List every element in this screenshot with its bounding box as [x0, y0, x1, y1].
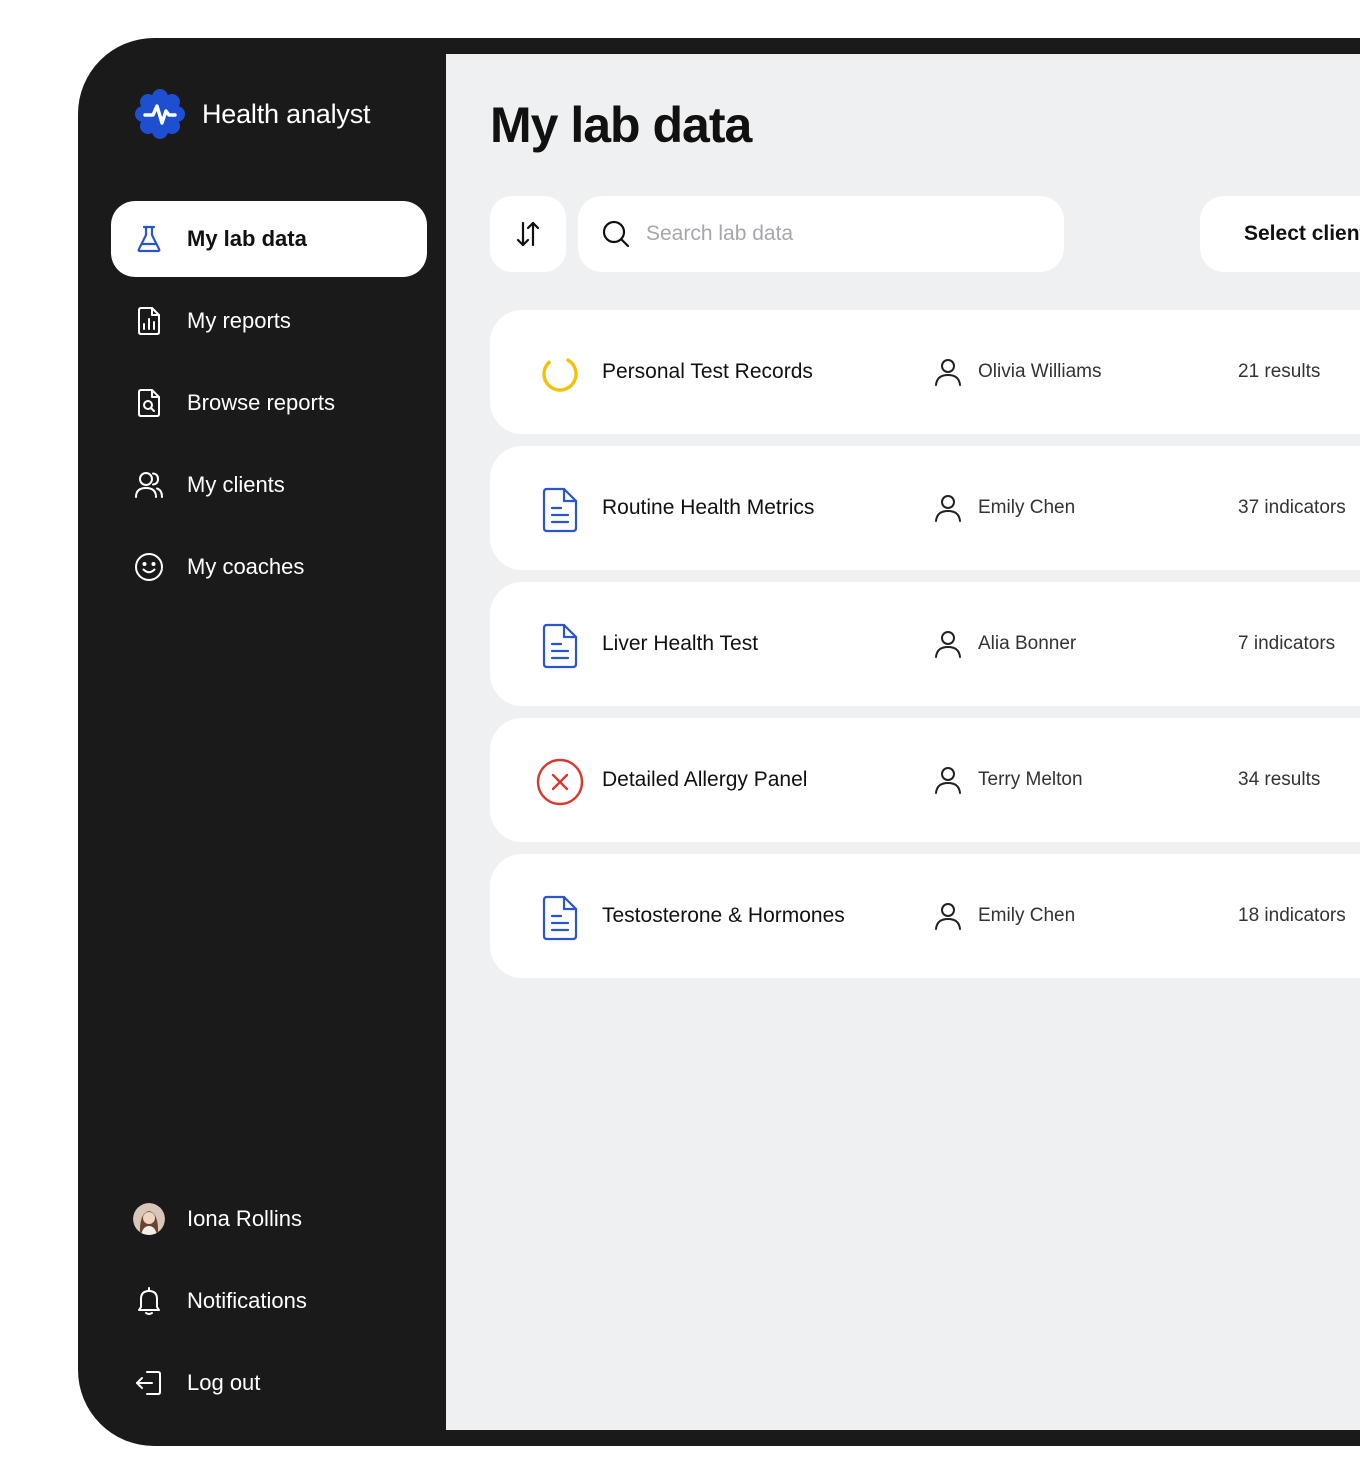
sidebar-item-label: Browse reports: [187, 390, 335, 415]
loading-icon: [536, 350, 584, 398]
document-icon: [536, 486, 584, 534]
user-icon: [935, 903, 961, 930]
users-icon: [133, 469, 165, 501]
client-name: Emily Chen: [978, 497, 1076, 518]
sort-button[interactable]: [490, 196, 566, 272]
list-item[interactable]: Testosterone & Hormones Emily Chen 18 in…: [490, 854, 1360, 978]
record-name: Liver Health Test: [602, 632, 759, 655]
client-name: Olivia Williams: [978, 361, 1102, 382]
avatar: [133, 1203, 165, 1235]
sidebar-item-my-lab-data[interactable]: My lab data: [111, 201, 427, 277]
sidebar-item-label: My coaches: [187, 554, 305, 579]
bell-icon: [133, 1285, 165, 1317]
sidebar-item-my-reports[interactable]: My reports: [111, 283, 427, 359]
list-item[interactable]: Liver Health Test Alia Bonner 7 indicato…: [490, 582, 1360, 706]
sidebar-item-label: Notifications: [187, 1288, 307, 1313]
app-name: Health analyst: [202, 98, 371, 129]
list-item[interactable]: Routine Health Metrics Emily Chen 37 ind…: [490, 446, 1360, 570]
error-icon: [536, 758, 584, 806]
user-icon: [935, 359, 961, 386]
client-name: Terry Melton: [978, 769, 1083, 790]
client-name: Emily Chen: [978, 905, 1076, 926]
document-icon: [536, 622, 584, 670]
report-chart-icon: [133, 305, 165, 337]
brand-logo-icon: [135, 89, 185, 139]
result-count: 18 indicators: [1238, 905, 1346, 926]
record-name: Personal Test Records: [602, 360, 813, 383]
sidebar-item-label: Log out: [187, 1370, 261, 1395]
brand[interactable]: Health analyst: [132, 86, 370, 142]
lab-data-list: Personal Test Records Olivia Williams 21…: [490, 310, 1360, 990]
search-document-icon: [133, 387, 165, 419]
search-icon: [600, 218, 632, 250]
record-name: Testosterone & Hormones: [602, 904, 845, 927]
sort-icon: [516, 221, 540, 247]
sidebar-item-my-coaches[interactable]: My coaches: [111, 529, 427, 605]
sidebar-item-label: My lab data: [187, 226, 307, 251]
user-icon: [935, 495, 961, 522]
result-count: 34 results: [1238, 769, 1321, 790]
page-title: My lab data: [490, 97, 752, 153]
client-name: Alia Bonner: [978, 633, 1077, 654]
sidebar-item-my-clients[interactable]: My clients: [111, 447, 427, 523]
sidebar-item-label: My reports: [187, 308, 291, 333]
result-count: 37 indicators: [1238, 497, 1346, 518]
flask-icon: [133, 223, 165, 255]
document-icon: [536, 894, 584, 942]
result-count: 7 indicators: [1238, 633, 1336, 654]
list-item[interactable]: Personal Test Records Olivia Williams 21…: [490, 310, 1360, 434]
search-input[interactable]: [644, 221, 1048, 247]
user-icon: [935, 631, 961, 658]
result-count: 21 results: [1238, 361, 1321, 382]
select-client-button[interactable]: Select client: [1200, 196, 1360, 272]
sidebar-item-notifications[interactable]: Notifications: [111, 1263, 427, 1339]
sidebar-item-label: My clients: [187, 472, 285, 497]
search-field[interactable]: [578, 196, 1064, 272]
sidebar-item-browse-reports[interactable]: Browse reports: [111, 365, 427, 441]
record-name: Detailed Allergy Panel: [602, 768, 808, 791]
user-icon: [935, 767, 961, 794]
user-name: Iona Rollins: [187, 1206, 302, 1231]
app-window: Health analyst My lab data My reports Br…: [78, 38, 1360, 1446]
list-item[interactable]: Detailed Allergy Panel Terry Melton 34 r…: [490, 718, 1360, 842]
record-name: Routine Health Metrics: [602, 496, 815, 519]
main-content: My lab data Select client: [446, 54, 1360, 1430]
select-client-label: Select client: [1244, 222, 1360, 245]
logout-button[interactable]: Log out: [111, 1345, 427, 1421]
logout-icon: [133, 1367, 165, 1399]
smiley-icon: [133, 551, 165, 583]
sidebar: Health analyst My lab data My reports Br…: [78, 38, 446, 1446]
user-profile[interactable]: Iona Rollins: [111, 1181, 427, 1257]
